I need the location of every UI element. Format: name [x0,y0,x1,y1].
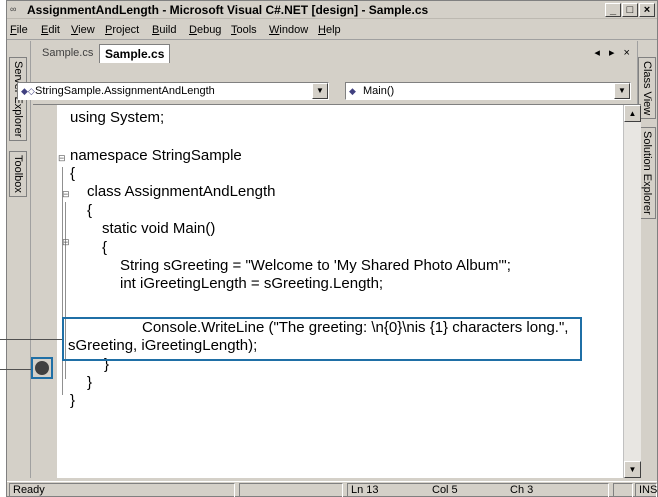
menu-help-mnemonic: H [318,24,326,36]
status-pane-empty [613,483,633,497]
menu-project[interactable]: Project [105,24,139,36]
maximize-button[interactable]: □ [622,3,638,17]
highlight-box [62,317,582,361]
tab-nav-controls[interactable]: ◂ ▸ × [594,46,633,59]
status-ins: INS [635,483,657,497]
menu-tools[interactable]: Tools [231,24,257,36]
menu-project-mnemonic: P [105,24,113,36]
menu-build-mnemonic: B [152,24,160,36]
type-combo[interactable]: ◆◇ StringSample.AssignmentAndLength ▼ [17,82,329,100]
code-line: class AssignmentAndLength [87,183,276,200]
pointer-line [0,369,31,370]
member-combo[interactable]: ◆ Main() ▼ [345,82,631,100]
tab-sample-cs-active[interactable]: Sample.cs [99,44,171,63]
title-bar: ∞ AssignmentAndLength - Microsoft Visual… [7,1,657,19]
status-line: Ln 13 [351,484,379,496]
code-line: { [70,165,76,182]
code-line: namespace StringSample [70,147,242,164]
menu-debug[interactable]: Debug [189,24,221,36]
window-title: AssignmentAndLength - Microsoft Visual C… [27,3,429,17]
chevron-down-icon[interactable]: ▼ [614,83,630,99]
breakpoint-icon[interactable] [35,361,49,375]
menu-debug-mnemonic: D [189,24,197,36]
tab-sample-cs-inactive[interactable]: Sample.cs [42,47,93,59]
code-line: } [70,392,76,409]
status-pane-empty [239,483,343,497]
method-icon: ◆ [349,86,356,96]
minimize-button[interactable]: _ [605,3,621,17]
status-bar: Ready Ln 13 Col 5 Ch 3 INS [7,481,657,497]
status-position: Ln 13 Col 5 Ch 3 [347,483,609,497]
chevron-down-icon[interactable]: ▼ [312,83,328,99]
code-line: int iGreetingLength = sGreeting.Length; [120,275,384,292]
left-dock: Server Explorer Toolbox [7,41,31,478]
vertical-scrollbar[interactable]: ▲ ▼ [623,105,641,478]
code-line: { [102,239,108,256]
ide-window: ∞ AssignmentAndLength - Microsoft Visual… [6,0,658,497]
app-icon: ∞ [10,4,17,14]
status-ready: Ready [9,483,235,497]
menu-build[interactable]: Build [152,24,176,36]
code-line: } [87,374,93,391]
code-line: static void Main() [102,220,216,237]
scroll-up-icon[interactable]: ▲ [624,105,641,122]
scroll-down-icon[interactable]: ▼ [624,461,641,478]
type-combo-value: StringSample.AssignmentAndLength [35,85,215,97]
menu-bar: File Edit View Project Build Debug Tools… [7,20,657,40]
indicator-margin[interactable] [33,105,57,478]
code-line: { [87,202,93,219]
document-tabs: Sample.cs Sample.cs ◂ ▸ × [33,41,637,63]
code-line: using System; [70,109,165,126]
menu-help[interactable]: Help [318,24,341,36]
pointer-line [0,339,62,340]
menu-view[interactable]: View [71,24,95,36]
status-ch: Ch 3 [510,484,534,496]
menu-file[interactable]: File [10,24,28,36]
class-icon: ◆◇ [21,86,35,96]
menu-window-mnemonic: W [269,24,280,36]
menu-file-mnemonic: F [10,24,17,36]
code-text[interactable]: using System; namespace StringSample { c… [59,105,621,478]
menu-view-mnemonic: V [71,24,79,36]
menu-edit[interactable]: Edit [41,24,60,36]
code-line: String sGreeting = "Welcome to 'My Share… [120,257,511,274]
menu-tools-mnemonic: T [231,24,237,36]
code-editor[interactable]: ⊟ ⊟ ⊟ using System; namespace StringSamp… [33,104,641,478]
tab-toolbox[interactable]: Toolbox [9,151,27,197]
menu-edit-mnemonic: E [41,24,49,36]
close-button[interactable]: × [639,3,655,17]
menu-window[interactable]: Window [269,24,308,36]
status-col: Col 5 [432,484,458,496]
member-combo-value: Main() [363,85,395,97]
